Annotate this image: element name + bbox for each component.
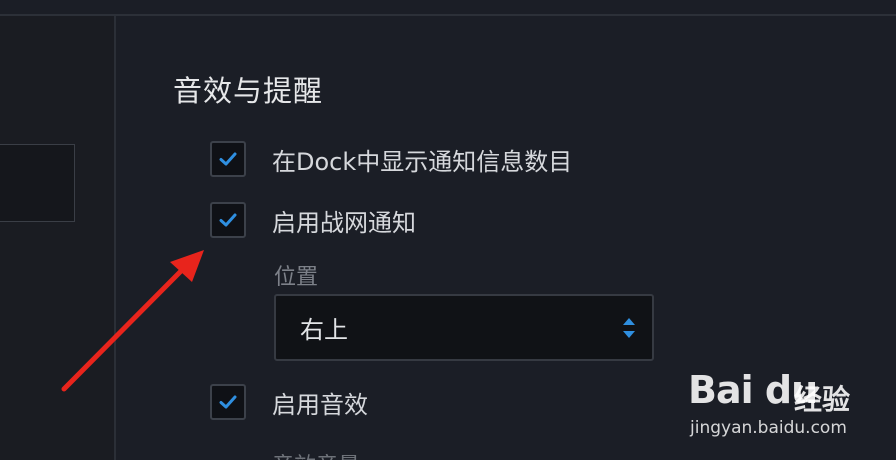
settings-window: 音效与提醒 在Dock中显示通知信息数目 启用战网通知 位置 右上 启用音效 B… xyxy=(0,0,896,460)
baidu-url: jingyan.baidu.com xyxy=(690,418,847,438)
sound-checkbox[interactable] xyxy=(210,384,246,420)
panel-divider xyxy=(114,16,116,460)
sidebar-selected-item[interactable] xyxy=(0,144,75,222)
top-divider xyxy=(0,14,896,16)
section-title: 音效与提醒 xyxy=(173,74,324,108)
baidu-brand-text: 经验 xyxy=(794,383,851,416)
option-dock-badge[interactable]: 在Dock中显示通知信息数目 xyxy=(210,139,572,179)
check-icon xyxy=(219,395,237,409)
position-select-value: 右上 xyxy=(300,316,348,344)
sound-label: 启用音效 xyxy=(272,390,368,419)
battlenet-notify-label: 启用战网通知 xyxy=(272,208,416,237)
updown-chevron-icon xyxy=(623,318,635,338)
dock-badge-label: 在Dock中显示通知信息数目 xyxy=(272,147,573,176)
check-icon xyxy=(219,213,237,227)
position-label: 位置 xyxy=(274,265,319,290)
sound-volume-label: 音效音量 xyxy=(272,448,360,460)
option-sound[interactable]: 启用音效 xyxy=(210,382,368,422)
option-battlenet-notify[interactable]: 启用战网通知 xyxy=(210,200,416,240)
battlenet-notify-checkbox[interactable] xyxy=(210,202,246,238)
left-sidebar xyxy=(0,16,114,460)
dock-badge-checkbox[interactable] xyxy=(210,141,246,177)
position-select[interactable]: 右上 xyxy=(274,294,654,361)
baidu-watermark: Bai du 经验 jingyan.baidu.com xyxy=(688,366,888,446)
check-icon xyxy=(219,152,237,166)
